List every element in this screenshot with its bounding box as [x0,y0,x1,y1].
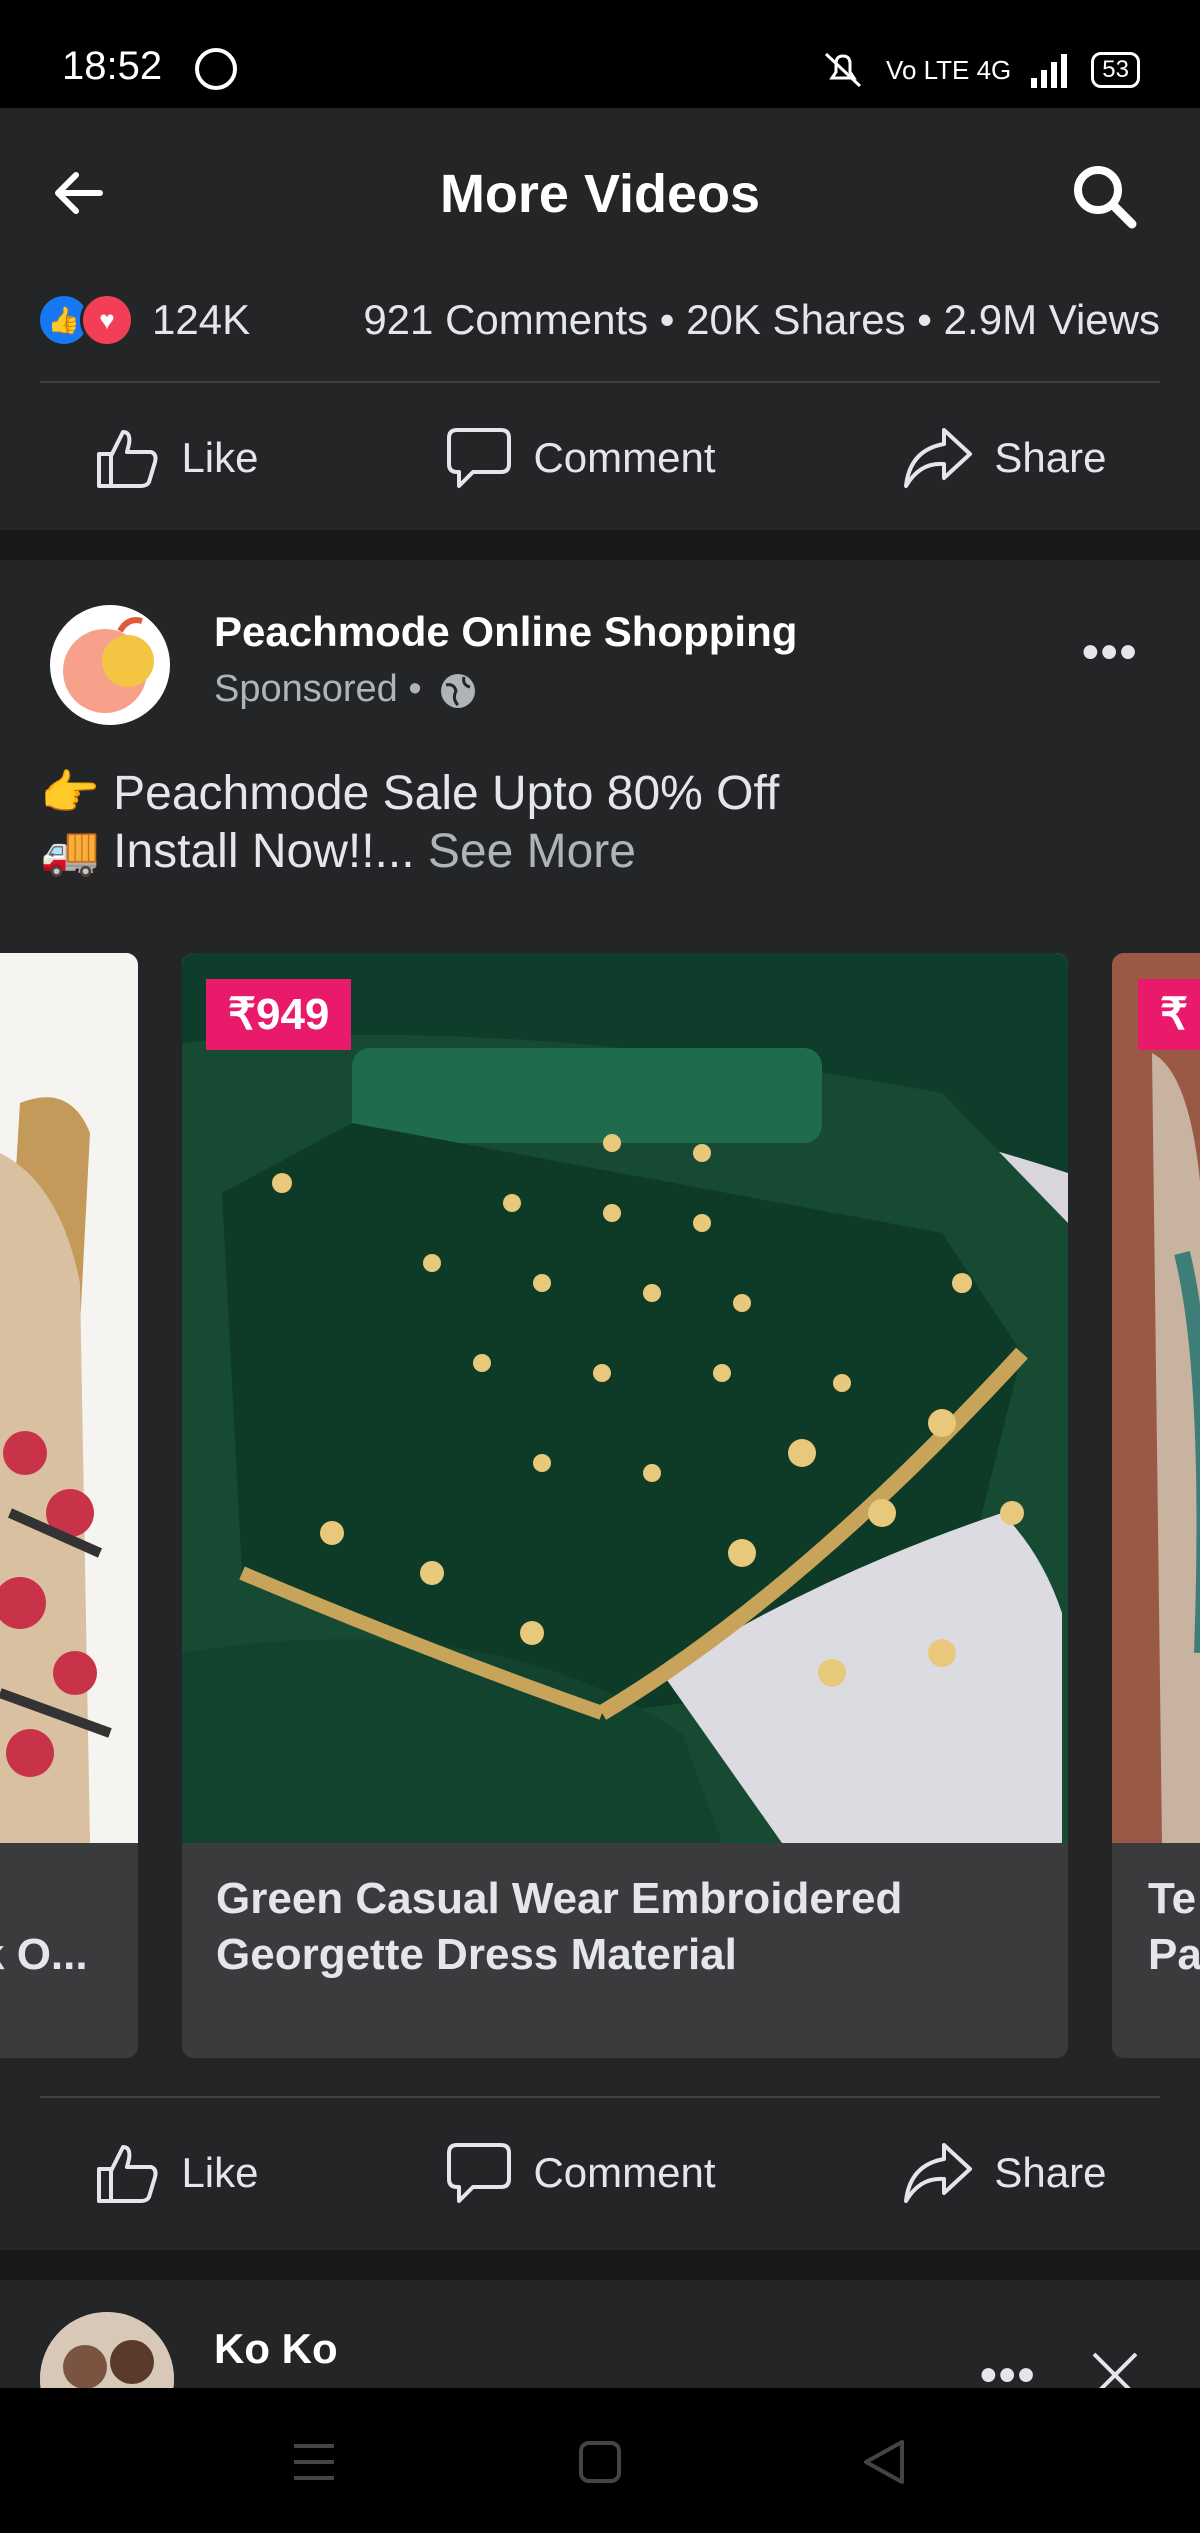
share-label: Share [994,434,1107,481]
menu-icon[interactable] [292,2442,336,2482]
comment-icon [447,2143,512,2203]
product-title-left-line2: k O... [0,1930,88,1979]
post-text-line1: 👉 Peachmode Sale Upto 80% Off [40,767,780,820]
reactions-row[interactable]: 👍 ♥ 124K 921 Comments • 20K Shares • 2.9… [40,290,1160,350]
sponsored-label: Sponsored • [214,668,478,711]
thumbs-up-icon [97,2145,158,2203]
battery-indicator: 53 [1091,52,1140,88]
status-icons: Vo LTE 4G 53 [818,50,1140,90]
feed-gap [0,2250,1200,2280]
see-more-link[interactable]: See More [415,825,636,878]
comment-button[interactable]: Comment [445,424,716,492]
price-tag-right: ₹ [1138,979,1200,1050]
video-post-actions: Like Comment Share [0,398,1200,518]
top-bar: More Videos [0,108,1200,278]
like-label: Like [181,434,259,481]
thumbs-up-icon [97,430,158,488]
mute-icon [825,52,862,88]
back-icon[interactable] [862,2438,906,2486]
network-label: Vo LTE 4G [886,54,1012,85]
comment-icon [447,428,512,488]
product-title-line1: Green Casual Wear Embroidered [216,1874,903,1923]
product-title-right-line2: Pa [1148,1930,1200,1979]
status-time: 18:52 [62,44,163,88]
comment-button[interactable]: Comment [445,2139,716,2207]
peachmode-avatar[interactable] [50,605,170,725]
music-app-icon [195,48,237,90]
comment-label: Comment [533,434,716,481]
divider [40,381,1160,383]
product-image [0,953,138,1843]
product-title-right: Te Pa [1148,1871,1200,1983]
carousel-card-right[interactable]: ₹ Te Pa [1112,953,1200,2058]
carousel-card-left[interactable]: l k O... [0,953,138,2058]
page-title: More Videos [439,164,761,224]
comment-label: Comment [533,2149,716,2196]
close-icon[interactable] [1090,2350,1140,2390]
peach-logo-icon [63,617,154,713]
price-tag: ₹949 [206,979,352,1050]
share-icon [904,428,973,488]
share-label: Share [994,2149,1107,2196]
product-title-left-line1: l [0,1871,88,1927]
product-title: Green Casual Wear Embroidered Georgette … [216,1871,902,1983]
love-reaction-icon: ♥ [80,293,134,347]
page-name[interactable]: Peachmode Online Shopping [214,608,797,656]
product-image [182,953,1068,1843]
reaction-count: 124K [152,296,251,343]
system-nav-bar [0,2388,1200,2533]
home-icon[interactable] [578,2440,622,2484]
next-post-options-button[interactable]: ••• [980,2348,1036,2388]
share-button[interactable]: Share [902,424,1107,492]
product-title-line2: Georgette Dress Material [216,1930,737,1979]
ad-post-text: 👉 Peachmode Sale Upto 80% Off 🚚 Install … [40,765,779,881]
post-stats[interactable]: 921 Comments • 20K Shares • 2.9M Views [363,296,1160,344]
like-button[interactable]: Like [93,2139,259,2207]
divider [40,2096,1160,2098]
status-bar: 18:52 Vo LTE 4G 53 [0,0,1200,108]
sponsored-text: Sponsored • [214,668,422,710]
post-text-line2-content: 🚚 Install Now!!... [40,825,415,878]
post-options-button[interactable]: ••• [1082,625,1138,680]
product-title-right-line1: Te [1148,1874,1197,1923]
ad-post-actions: Like Comment Share [0,2113,1200,2233]
product-image [1112,953,1200,1843]
post-text-line2: 🚚 Install Now!!... See More [40,823,779,881]
carousel-card-main[interactable]: ₹949 Green Casual Wear Embroidered Georg… [182,953,1068,2058]
next-post-page-name[interactable]: Ko Ko [214,2325,338,2373]
like-button[interactable]: Like [93,424,259,492]
globe-icon [441,673,476,708]
signal-icon [1031,54,1068,88]
product-title-left: l k O... [0,1871,88,1983]
share-button[interactable]: Share [902,2139,1107,2207]
search-icon[interactable] [1068,160,1140,232]
like-label: Like [181,2149,259,2196]
feed-gap [0,530,1200,560]
share-icon [904,2143,973,2203]
